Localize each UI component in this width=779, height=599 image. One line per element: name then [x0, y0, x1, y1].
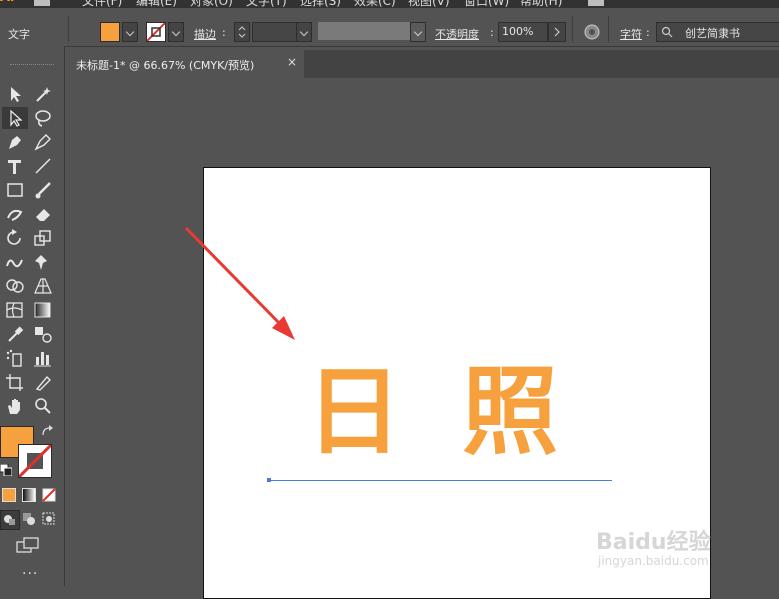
no-stroke-icon [147, 23, 165, 41]
paintbrush-tool-icon[interactable] [32, 180, 54, 200]
stroke-swatch[interactable] [146, 22, 166, 42]
perspective-grid-tool-icon[interactable] [32, 276, 54, 296]
text-char-ri[interactable]: 日 [306, 364, 402, 460]
home-icon[interactable] [34, 0, 50, 6]
shaper-tool-icon[interactable] [4, 204, 26, 224]
document-tab-title: 未标题-1* @ 66.67% (CMYK/预览) [76, 59, 255, 72]
eraser-tool-icon[interactable] [32, 204, 54, 224]
menu-file[interactable]: 文件(F) [82, 0, 122, 8]
draw-normal-button[interactable] [0, 510, 20, 530]
mesh-tool-icon[interactable] [4, 300, 26, 320]
slice-tool-icon[interactable] [32, 372, 54, 392]
puppet-warp-tool-icon[interactable] [32, 252, 54, 272]
tools-panel: ··· [0, 46, 65, 586]
workspace-switcher-icon[interactable] [588, 0, 604, 6]
colon: : [222, 26, 226, 39]
text-baseline [268, 480, 612, 481]
screen-mode-icon[interactable] [16, 536, 40, 554]
variable-width-profile[interactable] [318, 22, 410, 40]
stroke-weight-dropdown[interactable] [296, 22, 312, 42]
colon: : [646, 26, 650, 39]
divider [608, 16, 609, 42]
panel-grip[interactable] [10, 64, 54, 68]
warp-tool-icon[interactable] [4, 252, 26, 272]
stroke-weight-stepper[interactable] [234, 22, 250, 42]
opacity-value: 100% [502, 25, 534, 38]
draw-normal-icon [4, 515, 15, 525]
menu-select[interactable]: 选择(S) [300, 0, 341, 8]
text-char-zhao[interactable]: 照 [462, 364, 558, 460]
app-logo: Ai [0, 0, 20, 8]
close-tab-icon[interactable]: × [287, 55, 297, 69]
gradient-mode-button[interactable] [22, 488, 36, 502]
direct-selection-tool[interactable] [2, 107, 28, 129]
stepper-arrows-icon [238, 26, 246, 38]
line-tool-icon[interactable] [32, 156, 54, 176]
watermark: Baidu经验 jingyan.baidu.com [596, 524, 776, 572]
chevron-right-icon [554, 27, 560, 37]
magic-wand-tool-icon[interactable] [32, 84, 54, 104]
profile-dropdown[interactable] [410, 22, 426, 42]
divider [68, 16, 69, 42]
shape-builder-tool-icon[interactable] [4, 276, 26, 296]
pen-tool-icon[interactable] [4, 132, 26, 152]
blend-tool-icon[interactable] [32, 324, 54, 344]
mode-label: 文字 [8, 28, 30, 41]
column-graph-tool-icon[interactable] [32, 348, 54, 368]
canvas-area[interactable]: 日 照 [65, 78, 779, 599]
search-icon [661, 26, 673, 38]
menu-view[interactable]: 视图(V) [408, 0, 450, 8]
edit-toolbar-icon[interactable]: ··· [22, 566, 38, 582]
artboard-tool-icon[interactable] [4, 372, 26, 392]
fill-dropdown[interactable] [122, 22, 138, 42]
watermark-brand: Baidu经验 [596, 530, 711, 555]
draw-inside-icon[interactable] [41, 511, 57, 527]
colon: : [490, 26, 494, 39]
divider [572, 16, 573, 42]
menu-window[interactable]: 窗口(W) [464, 0, 509, 8]
curvature-tool-icon[interactable] [32, 132, 54, 152]
direct-selection-icon [10, 109, 23, 127]
fill-swatch[interactable] [100, 22, 120, 42]
scale-tool-icon[interactable] [32, 228, 54, 248]
stroke-weight-field[interactable] [252, 22, 298, 42]
rotate-tool-icon[interactable] [4, 228, 26, 248]
menu-help[interactable]: 帮助(H) [520, 0, 562, 8]
watermark-url: jingyan.baidu.com [598, 554, 709, 568]
font-family-value: 创艺简隶书 [685, 27, 740, 40]
document-tab-bar: 未标题-1* @ 66.67% (CMYK/预览) × [64, 50, 779, 78]
swap-fill-stroke-icon[interactable] [40, 425, 54, 439]
eyedropper-tool-icon[interactable] [4, 324, 26, 344]
menu-edit[interactable]: 编辑(E) [136, 0, 177, 8]
stroke-label[interactable]: 描边 [194, 26, 216, 42]
stroke-dropdown[interactable] [168, 22, 184, 42]
none-mode-icon[interactable] [42, 488, 56, 502]
draw-behind-icon[interactable] [21, 511, 37, 527]
selection-tool-icon[interactable] [4, 84, 26, 104]
color-mode-button[interactable] [2, 488, 16, 502]
lasso-tool-icon[interactable] [32, 108, 54, 128]
default-fill-stroke-icon[interactable] [0, 464, 12, 476]
opacity-more-button[interactable] [548, 22, 566, 42]
document-tab[interactable]: 未标题-1* @ 66.67% (CMYK/预览) × [64, 50, 304, 78]
gradient-tool-icon[interactable] [32, 300, 54, 320]
stroke-color-box[interactable] [18, 444, 52, 478]
rectangle-tool-icon[interactable] [4, 180, 26, 200]
font-family-field[interactable]: 创艺简隶书 [656, 22, 779, 42]
menu-effect[interactable]: 效果(C) [354, 0, 396, 8]
recolor-artwork-icon[interactable] [583, 23, 601, 41]
hand-tool-icon[interactable] [4, 396, 26, 416]
no-stroke-icon [19, 445, 51, 477]
opacity-label[interactable]: 不透明度 [435, 26, 479, 42]
menu-object[interactable]: 对象(O) [190, 0, 233, 8]
zoom-tool-icon[interactable] [32, 396, 54, 416]
control-bar: 文字 描边 : 不透明度 : 100% 字符 : 创艺简隶书 [0, 8, 779, 47]
type-tool-icon[interactable] [4, 156, 26, 176]
menu-type[interactable]: 文字(T) [246, 0, 287, 8]
menu-bar: Ai 文件(F) 编辑(E) 对象(O) 文字(T) 选择(S) 效果(C) 视… [0, 0, 779, 8]
opacity-field[interactable]: 100% [498, 22, 548, 42]
character-label[interactable]: 字符 [620, 26, 642, 42]
annotation-arrow [184, 226, 295, 340]
symbol-sprayer-tool-icon[interactable] [4, 348, 26, 368]
